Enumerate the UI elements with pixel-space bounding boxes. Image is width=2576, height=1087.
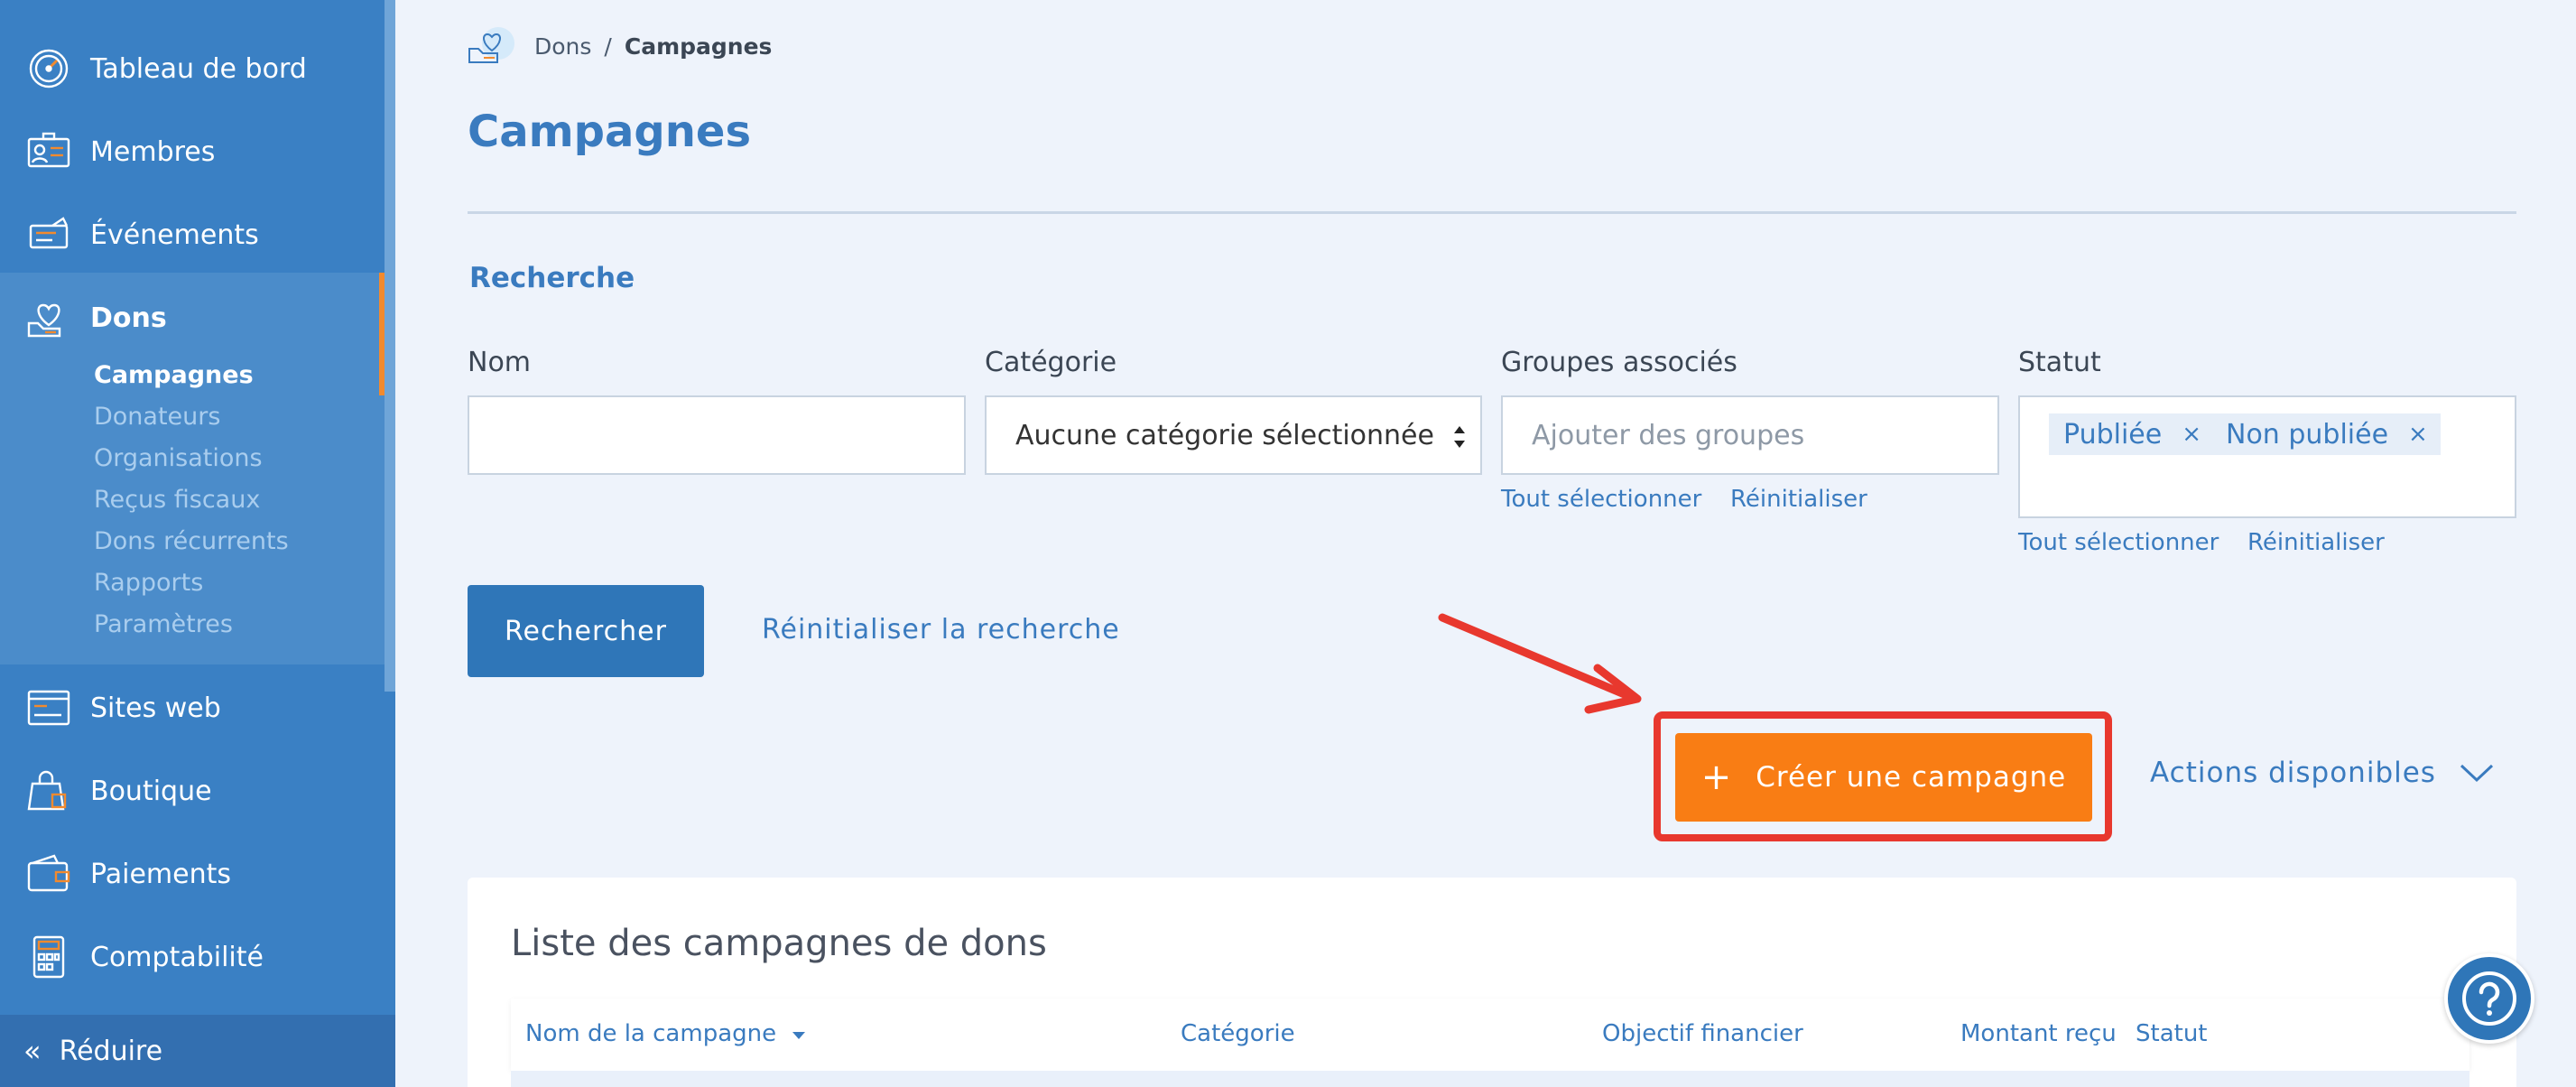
- sidebar-subitem-donateurs[interactable]: Donateurs: [94, 403, 220, 431]
- question-mark-icon: [2462, 971, 2516, 1026]
- campaign-list-title: Liste des campagnes de dons: [511, 923, 1047, 964]
- plus-icon: +: [1700, 757, 1733, 798]
- column-header-category[interactable]: Catégorie: [1181, 1020, 1295, 1047]
- status-select-all-link[interactable]: Tout sélectionner: [2018, 529, 2219, 556]
- status-tag-publiee: Publiée ×: [2049, 413, 2215, 455]
- browser-window-icon: [25, 684, 72, 731]
- sidebar-item-paiements[interactable]: Paiements: [0, 832, 385, 915]
- groups-reset-link[interactable]: Réinitialiser: [1730, 486, 1867, 513]
- sidebar-item-label: Boutique: [90, 775, 212, 807]
- breadcrumb-separator: /: [604, 33, 612, 60]
- name-field-label: Nom: [468, 347, 532, 378]
- reset-search-link[interactable]: Réinitialiser la recherche: [762, 614, 1120, 646]
- ticket-icon: [25, 211, 72, 258]
- sidebar-scrollbar[interactable]: [385, 0, 395, 692]
- wallet-icon: [25, 850, 72, 897]
- sidebar-subitem-rapports[interactable]: Rapports: [94, 569, 203, 597]
- sidebar-item-label: Comptabilité: [90, 941, 264, 973]
- sidebar-item-membres[interactable]: Membres: [0, 110, 385, 193]
- collapse-sidebar-button[interactable]: « Réduire: [0, 1015, 395, 1087]
- shopping-bag-icon: [25, 767, 72, 814]
- table-header: Nom de la campagne Catégorie Objectif fi…: [511, 999, 2469, 1071]
- divider: [468, 211, 2516, 214]
- members-card-icon: [25, 128, 72, 175]
- create-campaign-button[interactable]: + Créer une campagne: [1675, 733, 2092, 822]
- sidebar-item-label: Dons: [90, 302, 167, 334]
- annotation-arrow-icon: [1438, 613, 1642, 714]
- sidebar-subitem-dons-recurrents[interactable]: Dons récurrents: [94, 527, 289, 555]
- sidebar-item-evenements[interactable]: Événements: [0, 193, 385, 276]
- sidebar-item-label: Sites web: [90, 692, 221, 724]
- dashboard-gauge-icon: [25, 45, 72, 92]
- double-chevron-left-icon: «: [23, 1034, 42, 1068]
- campaign-list-card: Liste des campagnes de dons Nom de la ca…: [468, 878, 2516, 1087]
- create-campaign-label: Créer une campagne: [1756, 761, 2067, 794]
- remove-tag-icon[interactable]: ×: [2182, 421, 2201, 448]
- search-section-title: Recherche: [469, 262, 635, 294]
- available-actions-label: Actions disponibles: [2150, 757, 2436, 789]
- status-tag-non-publiee: Non publiée ×: [2211, 413, 2441, 455]
- table-row: [511, 1071, 2469, 1087]
- sidebar-item-dons[interactable]: Dons: [0, 276, 385, 359]
- groups-input-placeholder: Ajouter des groupes: [1532, 419, 1805, 451]
- search-button[interactable]: Rechercher: [468, 585, 704, 677]
- column-header-campaign-name[interactable]: Nom de la campagne: [525, 1020, 807, 1047]
- groups-input[interactable]: Ajouter des groupes: [1501, 395, 1999, 475]
- status-tag-label: Publiée: [2063, 418, 2163, 451]
- column-header-status[interactable]: Statut: [2136, 1020, 2208, 1047]
- sidebar-item-label: Événements: [90, 218, 259, 251]
- category-select[interactable]: Aucune catégorie sélectionnée: [985, 395, 1482, 475]
- heart-hand-icon: [468, 27, 514, 63]
- sidebar: Tableau de bord Membres Événements Dons …: [0, 0, 395, 1087]
- available-actions-dropdown[interactable]: Actions disponibles: [2150, 757, 2494, 789]
- breadcrumb: Dons / Campagnes: [468, 23, 772, 69]
- groups-field-label: Groupes associés: [1501, 347, 1737, 378]
- sidebar-item-tableau-de-bord[interactable]: Tableau de bord: [0, 27, 385, 110]
- sidebar-item-label: Paiements: [90, 858, 232, 890]
- page-title: Campagnes: [468, 107, 752, 157]
- sidebar-subitem-recus-fiscaux[interactable]: Reçus fiscaux: [94, 486, 260, 514]
- sidebar-subitem-campagnes[interactable]: Campagnes: [94, 361, 254, 389]
- collapse-label: Réduire: [59, 1035, 163, 1067]
- status-tag-label: Non publiée: [2226, 418, 2389, 451]
- sidebar-subitem-parametres[interactable]: Paramètres: [94, 610, 233, 638]
- calculator-icon: [25, 934, 72, 980]
- sidebar-item-label: Membres: [90, 135, 216, 168]
- help-button[interactable]: [2444, 953, 2534, 1044]
- status-field-label: Statut: [2018, 347, 2101, 378]
- heart-hand-icon: [25, 294, 72, 341]
- sidebar-item-label: Tableau de bord: [90, 52, 307, 85]
- category-select-value: Aucune catégorie sélectionnée: [1015, 419, 1434, 451]
- name-input[interactable]: [468, 395, 966, 475]
- sort-down-icon: [792, 1032, 806, 1039]
- sidebar-item-comptabilite[interactable]: Comptabilité: [0, 915, 385, 999]
- status-reset-link[interactable]: Réinitialiser: [2247, 529, 2385, 556]
- select-arrows-icon: [1454, 426, 1465, 448]
- column-header-amount-received[interactable]: Montant reçu: [1960, 1020, 2117, 1047]
- sidebar-subitem-organisations[interactable]: Organisations: [94, 444, 263, 472]
- breadcrumb-parent-link[interactable]: Dons: [534, 33, 591, 60]
- column-header-financial-goal[interactable]: Objectif financier: [1602, 1020, 1803, 1047]
- breadcrumb-current: Campagnes: [624, 33, 773, 60]
- remove-tag-icon[interactable]: ×: [2408, 421, 2428, 448]
- chevron-down-icon: [2460, 764, 2493, 783]
- category-field-label: Catégorie: [985, 347, 1117, 378]
- sidebar-item-sites-web[interactable]: Sites web: [0, 666, 385, 749]
- groups-select-all-link[interactable]: Tout sélectionner: [1501, 486, 1701, 513]
- sidebar-item-boutique[interactable]: Boutique: [0, 749, 385, 832]
